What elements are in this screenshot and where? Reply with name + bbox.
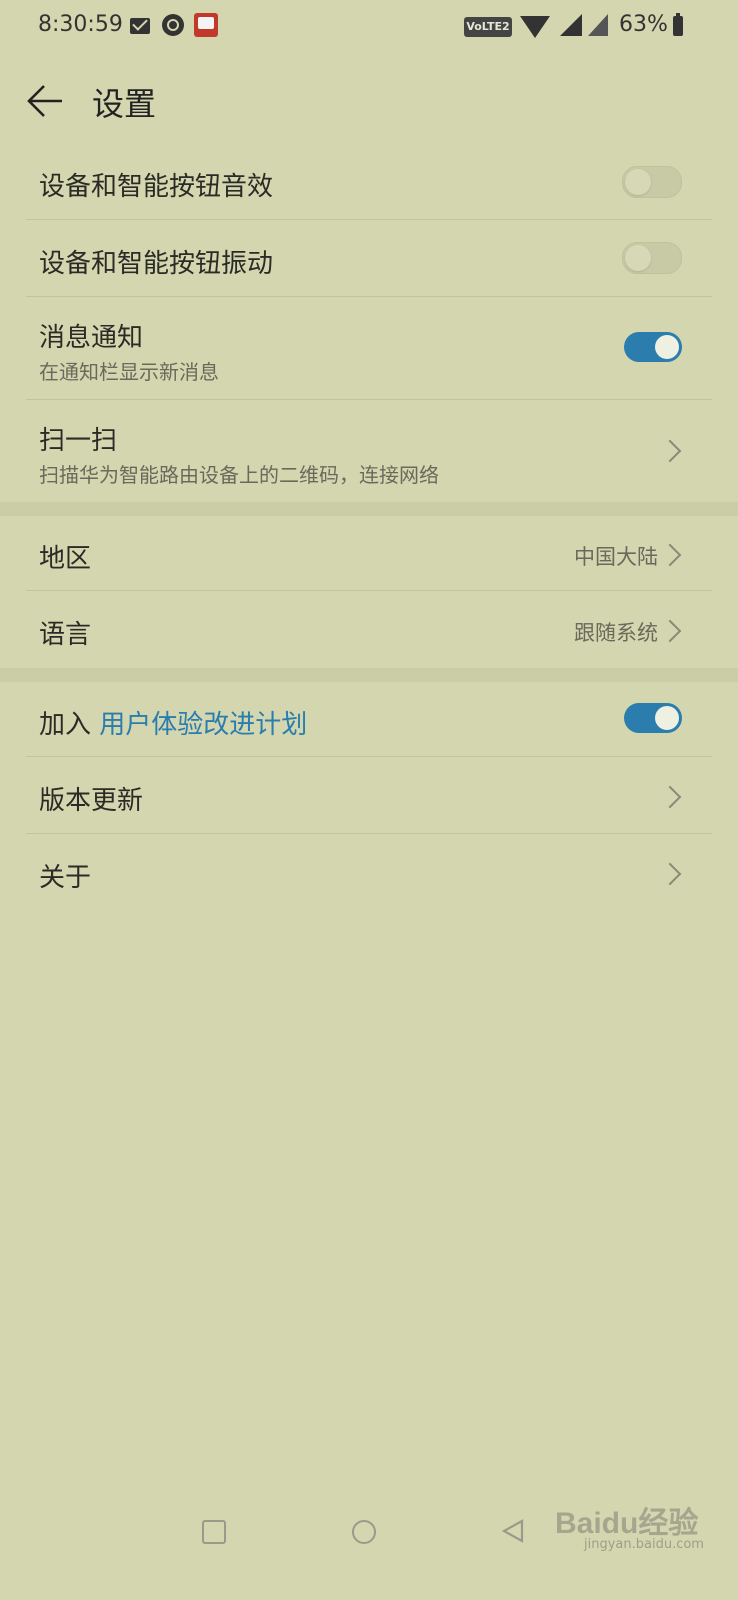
- setting-device-sound[interactable]: 设备和智能按钮音效: [26, 146, 712, 220]
- signal-icon: [560, 14, 582, 36]
- setting-notification[interactable]: 消息通知 在通知栏显示新消息: [26, 297, 712, 399]
- setting-title: 地区: [39, 544, 92, 574]
- setting-about[interactable]: 关于: [26, 834, 712, 910]
- setting-title: 版本更新: [39, 786, 144, 816]
- app-bar: 设置: [0, 56, 738, 146]
- setting-title: 加入 用户体验改进计划: [39, 704, 307, 741]
- baidu-watermark: Baidu经验: [555, 1507, 699, 1540]
- setting-value: 中国大陆: [574, 545, 658, 569]
- setting-title: 扫一扫: [39, 426, 118, 456]
- battery-percent: 63%: [619, 12, 668, 37]
- chevron-right-icon: [658, 785, 682, 809]
- watermark-url: jingyan.baidu.com: [584, 1537, 704, 1552]
- setting-title: 消息通知: [39, 323, 144, 353]
- setting-device-vibration[interactable]: 设备和智能按钮振动: [26, 220, 712, 296]
- setting-version-update[interactable]: 版本更新: [26, 757, 712, 833]
- notification-toggle[interactable]: [624, 332, 682, 362]
- ux-program-toggle[interactable]: [624, 703, 682, 733]
- chevron-right-icon: [658, 543, 682, 567]
- setting-subtitle: 扫描华为智能路由设备上的二维码，连接网络: [39, 463, 439, 487]
- chevron-right-icon: [658, 619, 682, 643]
- chevron-right-icon: [658, 862, 682, 886]
- setting-subtitle: 在通知栏显示新消息: [39, 360, 219, 384]
- setting-title: 语言: [39, 620, 92, 650]
- device-sound-toggle[interactable]: [622, 166, 682, 198]
- setting-language[interactable]: 语言 跟随系统: [26, 591, 712, 667]
- setting-value: 跟随系统: [574, 621, 658, 645]
- camera-app-icon: [162, 14, 184, 36]
- chevron-right-icon: [658, 439, 682, 463]
- device-vibration-toggle[interactable]: [622, 242, 682, 274]
- recents-button[interactable]: [202, 1520, 226, 1544]
- setting-region[interactable]: 地区 中国大陆: [26, 516, 712, 590]
- status-bar: 8:30:59 VoLTE2 63%: [0, 0, 738, 56]
- setting-title: 关于: [39, 863, 92, 893]
- status-time: 8:30:59: [38, 12, 123, 37]
- ux-prefix: 加入: [39, 710, 100, 740]
- setting-title: 设备和智能按钮音效: [39, 172, 274, 202]
- home-button[interactable]: [352, 1520, 376, 1544]
- section-divider: [0, 502, 738, 516]
- back-button[interactable]: [500, 1518, 526, 1544]
- volte-badge: VoLTE2: [464, 17, 512, 37]
- setting-scan[interactable]: 扫一扫 扫描华为智能路由设备上的二维码，连接网络: [26, 400, 712, 500]
- app-notification-icon: [194, 13, 218, 37]
- ux-program-link[interactable]: 用户体验改进计划: [99, 710, 307, 740]
- wifi-icon: [520, 16, 550, 38]
- setting-ux-program[interactable]: 加入 用户体验改进计划: [26, 682, 712, 756]
- setting-title: 设备和智能按钮振动: [39, 249, 274, 279]
- battery-icon: [673, 13, 683, 36]
- signal-icon-secondary: [588, 14, 608, 36]
- page-title: 设置: [92, 85, 157, 123]
- mail-icon: [130, 18, 150, 34]
- section-divider: [0, 668, 738, 682]
- back-arrow-icon[interactable]: [22, 78, 68, 124]
